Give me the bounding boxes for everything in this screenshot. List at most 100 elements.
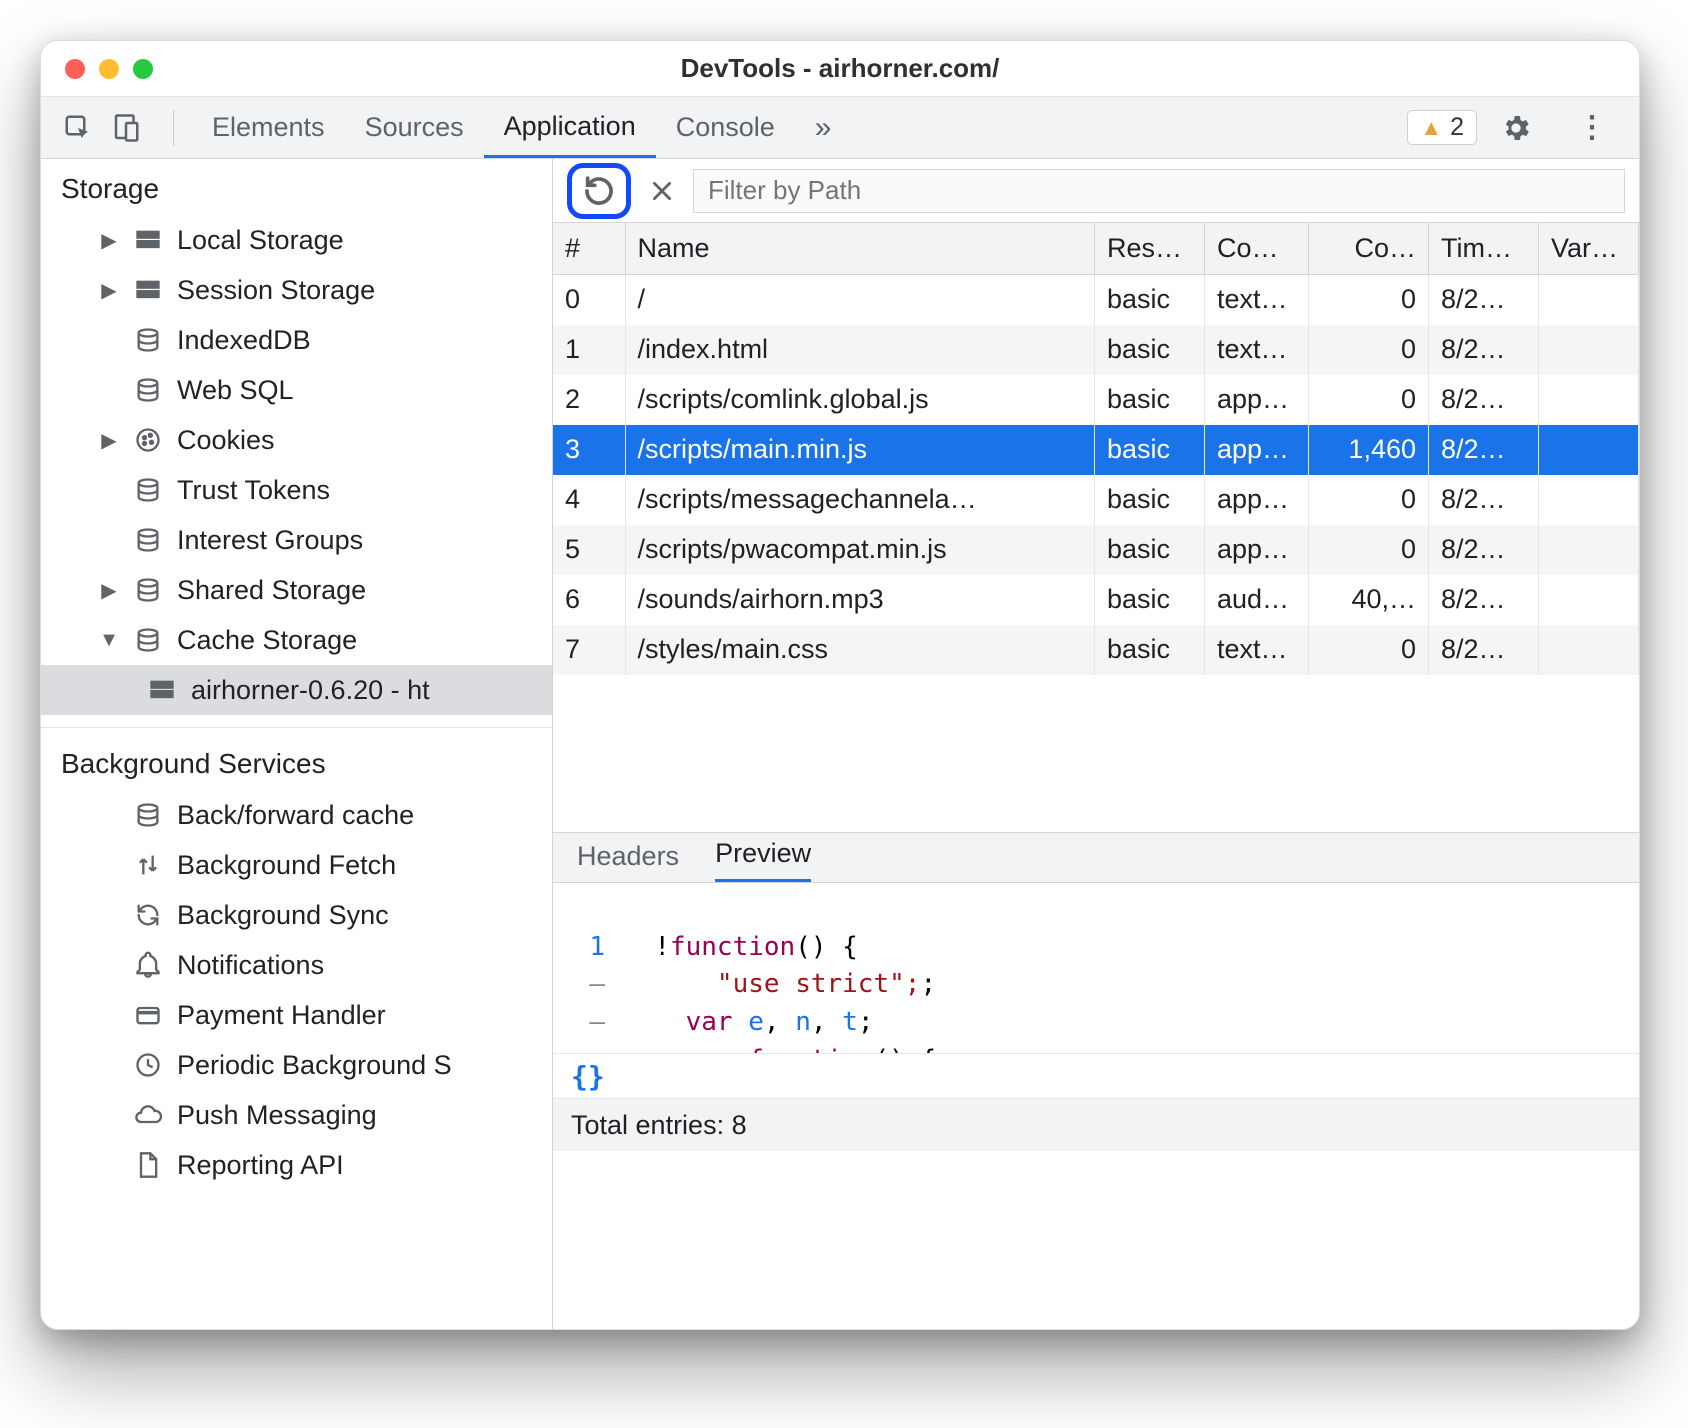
col-content-length[interactable]: Co… <box>1309 223 1429 275</box>
close-window-button[interactable] <box>65 59 85 79</box>
device-toolbar-icon[interactable] <box>107 109 145 147</box>
braces-icon: {} <box>571 1060 605 1093</box>
col-name[interactable]: Name <box>625 223 1095 275</box>
sidebar-item-label: Push Messaging <box>177 1100 377 1131</box>
caret-icon: ▶ <box>99 278 119 303</box>
sync-icon <box>133 900 163 930</box>
sidebar-item-cookies[interactable]: ▶ Cookies <box>41 415 552 465</box>
bg-services-tree: Back/forward cache Background Fetch Back… <box>41 790 552 1190</box>
issues-count: 2 <box>1450 113 1464 142</box>
sidebar-item-label: Periodic Background S <box>177 1050 452 1081</box>
zoom-window-button[interactable] <box>133 59 153 79</box>
inspect-element-icon[interactable] <box>59 109 97 147</box>
col-time[interactable]: Tim… <box>1429 223 1539 275</box>
table-row[interactable]: 7 /styles/main.css basic text… 0 8/2… <box>553 625 1639 675</box>
tab-application[interactable]: Application <box>484 97 656 158</box>
preview-tab-headers[interactable]: Headers <box>577 841 679 882</box>
grid-icon <box>147 675 177 705</box>
main-toolbar: Elements Sources Application Console » ▲… <box>41 97 1639 159</box>
table-row[interactable]: 6 /sounds/airhorn.mp3 basic aud… 40,… 8/… <box>553 575 1639 625</box>
sidebar-item-label: Background Sync <box>177 900 389 931</box>
col-vary[interactable]: Var… <box>1539 223 1639 275</box>
filter-input[interactable] <box>693 169 1625 213</box>
table-row[interactable]: 3 /scripts/main.min.js basic app… 1,460 … <box>553 425 1639 475</box>
sidebar-item-cache-storage[interactable]: ▼ Cache Storage <box>41 615 552 665</box>
sidebar-item-label: Web SQL <box>177 375 294 406</box>
db-icon <box>133 800 163 830</box>
caret-icon: ▶ <box>99 228 119 253</box>
sidebar-item-push-messaging[interactable]: Push Messaging <box>41 1090 552 1140</box>
settings-gear-icon[interactable] <box>1497 109 1535 147</box>
table-row[interactable]: 1 /index.html basic text… 0 8/2… <box>553 325 1639 375</box>
tab-elements[interactable]: Elements <box>192 97 345 158</box>
clear-button[interactable] <box>649 178 675 204</box>
caret-icon: ▼ <box>99 629 119 652</box>
sidebar-item-label: Cookies <box>177 425 275 456</box>
updown-icon <box>133 850 163 880</box>
col-response[interactable]: Res… <box>1095 223 1205 275</box>
cell-name: /scripts/pwacompat.min.js <box>625 525 1095 575</box>
db-icon <box>133 575 163 605</box>
table-row[interactable]: 4 /scripts/messagechannela… basic app… 0… <box>553 475 1639 525</box>
sidebar-item-background-sync[interactable]: Background Sync <box>41 890 552 940</box>
refresh-button[interactable] <box>582 174 616 208</box>
grid-icon <box>133 225 163 255</box>
sidebar-item-local-storage[interactable]: ▶ Local Storage <box>41 215 552 265</box>
warning-icon: ▲ <box>1420 115 1442 141</box>
db-icon <box>133 325 163 355</box>
sidebar-item-web-sql[interactable]: Web SQL <box>41 365 552 415</box>
more-tabs-overflow[interactable]: » <box>795 97 852 158</box>
cell-name: /scripts/messagechannela… <box>625 475 1095 525</box>
grid-icon <box>133 275 163 305</box>
col-index[interactable]: # <box>553 223 625 275</box>
table-row[interactable]: 0 / basic text… 0 8/2… <box>553 275 1639 325</box>
sidebar-item-label: Reporting API <box>177 1150 344 1181</box>
sidebar-item-trust-tokens[interactable]: Trust Tokens <box>41 465 552 515</box>
pretty-print-button[interactable]: {} <box>553 1053 1639 1099</box>
sidebar-item-session-storage[interactable]: ▶ Session Storage <box>41 265 552 315</box>
sidebar-item-label: Trust Tokens <box>177 475 330 506</box>
sidebar-item-label: IndexedDB <box>177 325 311 356</box>
cell-name: / <box>625 275 1095 325</box>
sidebar-item-label: Payment Handler <box>177 1000 386 1031</box>
issues-badge[interactable]: ▲ 2 <box>1407 110 1477 145</box>
sidebar-item-background-fetch[interactable]: Background Fetch <box>41 840 552 890</box>
sidebar-item-payment-handler[interactable]: Payment Handler <box>41 990 552 1040</box>
col-content-type[interactable]: Co… <box>1205 223 1309 275</box>
kebab-menu-icon[interactable]: ⋮ <box>1573 109 1611 147</box>
sidebar-item-interest-groups[interactable]: Interest Groups <box>41 515 552 565</box>
sidebar-item-periodic-background-s[interactable]: Periodic Background S <box>41 1040 552 1090</box>
sidebar-item-reporting-api[interactable]: Reporting API <box>41 1140 552 1190</box>
bell-icon <box>133 950 163 980</box>
application-sidebar: Storage ▶ Local Storage▶ Session Storage… <box>41 159 553 1329</box>
cache-storage-child[interactable]: airhorner-0.6.20 - ht <box>41 665 552 715</box>
storage-tree: ▶ Local Storage▶ Session Storage Indexed… <box>41 215 552 715</box>
cookie-icon <box>133 425 163 455</box>
cache-entries-table: # Name Res… Co… Co… Tim… Var… 0 / basic … <box>553 223 1639 675</box>
sidebar-item-shared-storage[interactable]: ▶ Shared Storage <box>41 565 552 615</box>
db-icon <box>133 625 163 655</box>
sidebar-item-label: Cache Storage <box>177 625 357 656</box>
sidebar-item-label: Interest Groups <box>177 525 363 556</box>
caret-icon: ▶ <box>99 578 119 603</box>
tab-sources[interactable]: Sources <box>345 97 484 158</box>
traffic-lights <box>65 59 153 79</box>
card-icon <box>133 1000 163 1030</box>
refresh-highlight <box>567 163 631 219</box>
cache-filter-bar <box>553 159 1639 223</box>
sidebar-item-label: Notifications <box>177 950 324 981</box>
tab-console[interactable]: Console <box>656 97 795 158</box>
clock-icon <box>133 1050 163 1080</box>
table-row[interactable]: 5 /scripts/pwacompat.min.js basic app… 0… <box>553 525 1639 575</box>
db-icon <box>133 375 163 405</box>
sidebar-item-back-forward-cache[interactable]: Back/forward cache <box>41 790 552 840</box>
table-row[interactable]: 2 /scripts/comlink.global.js basic app… … <box>553 375 1639 425</box>
doc-icon <box>133 1150 163 1180</box>
bg-services-section-header: Background Services <box>41 734 552 790</box>
minimize-window-button[interactable] <box>99 59 119 79</box>
sidebar-item-notifications[interactable]: Notifications <box>41 940 552 990</box>
total-entries-label: Total entries: 8 <box>571 1110 747 1141</box>
preview-tab-preview[interactable]: Preview <box>715 838 811 882</box>
cell-name: /styles/main.css <box>625 625 1095 675</box>
sidebar-item-indexeddb[interactable]: IndexedDB <box>41 315 552 365</box>
